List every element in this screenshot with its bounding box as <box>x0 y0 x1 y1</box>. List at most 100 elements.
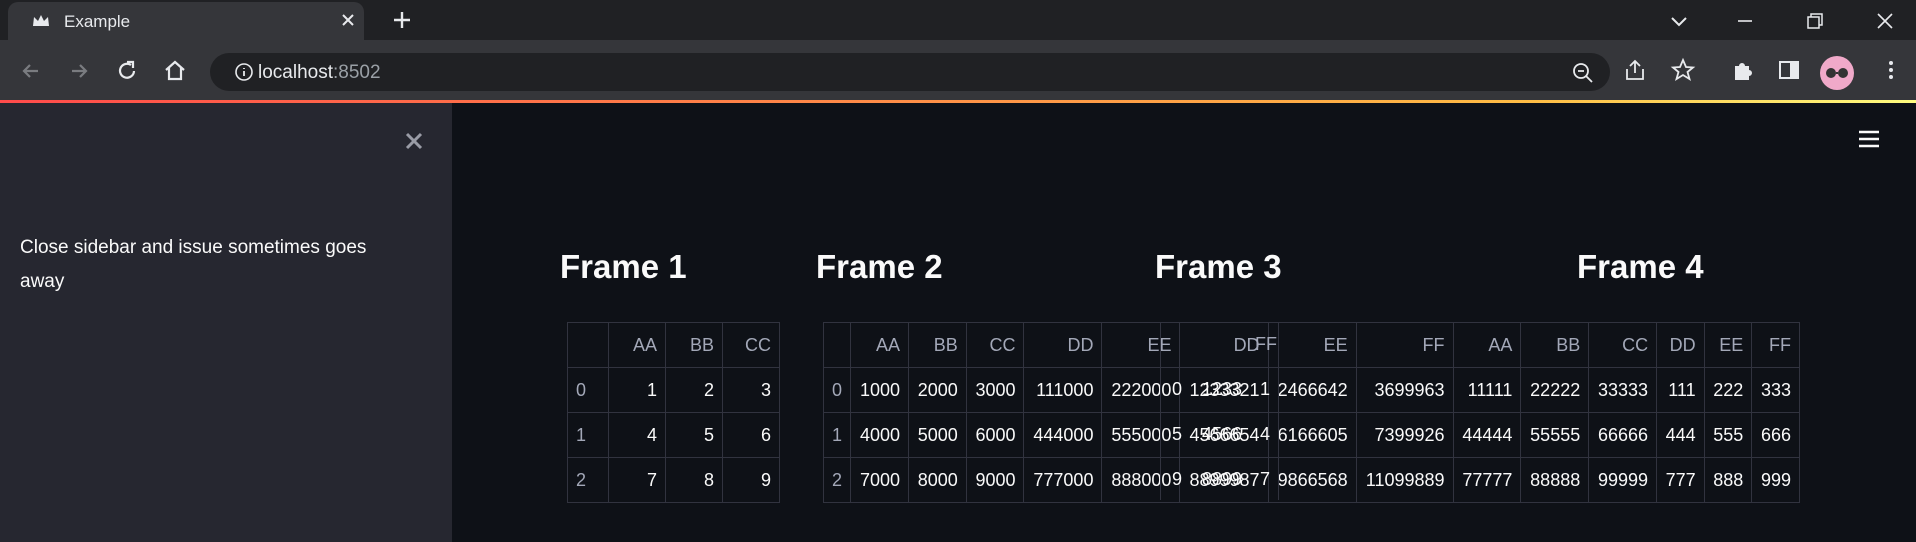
table-cell[interactable]: 555000 <box>1101 412 1181 458</box>
new-tab-icon[interactable] <box>390 8 414 32</box>
table-cell[interactable]: 8000 <box>908 457 967 503</box>
table-cell[interactable]: 888 <box>1703 457 1753 503</box>
table-cell[interactable]: 66666 <box>1588 412 1658 458</box>
table-cell[interactable]: 444000 <box>1023 412 1103 458</box>
browser-tab[interactable]: Example <box>8 2 364 40</box>
column-header[interactable]: CC <box>722 322 780 368</box>
table-cell[interactable]: 777 <box>1656 457 1705 503</box>
table-cell[interactable]: 44444 <box>1452 412 1522 458</box>
table-cell[interactable]: 6166605 <box>1267 412 1357 458</box>
minimize-icon[interactable] <box>1730 6 1760 36</box>
table-cell[interactable]: 3699963 <box>1355 367 1454 413</box>
table-cell[interactable]: 11099889 <box>1355 457 1454 503</box>
table-cell[interactable]: 7 <box>608 457 666 503</box>
close-tab-icon[interactable] <box>338 10 358 30</box>
table-cell[interactable]: 5 <box>665 412 723 458</box>
table-cell[interactable]: 2466642 <box>1267 367 1357 413</box>
column-header[interactable]: EE <box>1267 322 1357 368</box>
column-header[interactable]: BB <box>908 322 967 368</box>
table-cell[interactable]: 6 <box>722 412 780 458</box>
table-cell[interactable]: 111000 <box>1023 367 1103 413</box>
table-cell[interactable]: 555 <box>1703 412 1753 458</box>
site-info-icon[interactable] <box>234 62 254 82</box>
table-cell[interactable]: 333 <box>1751 367 1800 413</box>
dataframe-2[interactable]: AABBCCDDEEDDEEFFAABBCCDDEEFF 01000200030… <box>822 322 1800 503</box>
table-cell[interactable]: 2 <box>665 367 723 413</box>
row-index: 2 <box>567 457 609 503</box>
restore-icon[interactable] <box>1800 6 1830 36</box>
table-cell[interactable]: 777000 <box>1023 457 1103 503</box>
column-header[interactable]: AA <box>1452 322 1522 368</box>
column-header[interactable]: FF <box>1355 322 1454 368</box>
table-cell[interactable]: 444 <box>1656 412 1705 458</box>
column-header[interactable]: EE <box>1101 322 1181 368</box>
table-cell[interactable]: 3000 <box>965 367 1025 413</box>
table-cell[interactable]: 111 <box>1656 367 1705 413</box>
table-cell[interactable]: 9 <box>722 457 780 503</box>
table-cell[interactable]: 77777 <box>1452 457 1522 503</box>
frame-4-title: Frame 4 <box>1577 248 1704 285</box>
table-cell[interactable]: 888000 <box>1101 457 1181 503</box>
column-header[interactable]: AA <box>850 322 910 368</box>
row-index: 2 <box>822 457 852 503</box>
table-cell[interactable]: 1000 <box>850 367 910 413</box>
column-header[interactable]: EE <box>1703 322 1753 368</box>
reload-icon[interactable] <box>112 56 142 86</box>
table-cell[interactable]: 8 <box>665 457 723 503</box>
table-cell[interactable]: 7399926 <box>1355 412 1454 458</box>
close-sidebar-icon[interactable] <box>400 127 428 155</box>
table-cell[interactable]: 99999 <box>1588 457 1658 503</box>
column-header[interactable]: AA <box>608 322 666 368</box>
table-row: 0 1 2 3 <box>567 367 780 413</box>
table-cell[interactable]: 2000 <box>908 367 967 413</box>
close-window-icon[interactable] <box>1870 6 1900 36</box>
address-bar[interactable]: localhost:8502 <box>210 53 1610 91</box>
tab-search-chevron-icon[interactable] <box>1664 6 1694 36</box>
forward-arrow-icon[interactable] <box>64 56 94 86</box>
profile-avatar[interactable] <box>1820 56 1854 90</box>
bookmark-star-icon[interactable] <box>1670 57 1696 83</box>
table-cell[interactable]: 22222 <box>1520 367 1590 413</box>
table-row: 2 7 8 9 <box>567 457 780 503</box>
table-cell[interactable]: 999 <box>1751 457 1800 503</box>
table-cell[interactable]: 3 <box>722 367 780 413</box>
table-cell[interactable]: 4000 <box>850 412 910 458</box>
column-header[interactable]: BB <box>665 322 723 368</box>
table-header-row: AABBCCDDEEDDEEFFAABBCCDDEEFF <box>822 322 1800 368</box>
home-icon[interactable] <box>160 56 190 86</box>
table-cell[interactable]: 6000 <box>965 412 1025 458</box>
back-arrow-icon[interactable] <box>16 56 46 86</box>
table-cell[interactable]: 9000 <box>965 457 1025 503</box>
side-panel-icon[interactable] <box>1776 57 1802 83</box>
table-cell[interactable]: 666 <box>1751 412 1800 458</box>
column-header[interactable]: CC <box>965 322 1025 368</box>
more-options-icon[interactable] <box>1878 57 1904 83</box>
column-header[interactable]: CC <box>1588 322 1658 368</box>
url-port: :8502 <box>333 62 381 83</box>
column-header[interactable]: DD <box>1656 322 1705 368</box>
column-header[interactable]: DD <box>1023 322 1103 368</box>
table-cell[interactable]: 222 <box>1703 367 1753 413</box>
table-cell[interactable]: 1 <box>608 367 666 413</box>
main-menu-icon[interactable] <box>1857 128 1881 150</box>
table-cell[interactable]: 55555 <box>1520 412 1590 458</box>
row-index: 0 <box>822 367 852 413</box>
browser-toolbar: localhost:8502 <box>0 40 1916 102</box>
ghost-cell: 8899 <box>1202 469 1243 489</box>
table-cell[interactable]: 4 <box>608 412 666 458</box>
zoom-icon[interactable] <box>1572 62 1594 84</box>
table-cell[interactable]: 88888 <box>1520 457 1590 503</box>
column-header[interactable]: FF <box>1751 322 1800 368</box>
table-cell[interactable]: 11111 <box>1452 367 1522 413</box>
table-cell[interactable]: 7000 <box>850 457 910 503</box>
table-row: 2 7000 8000 9000 777000 888000 8899987 9866568 1… <box>822 457 1800 503</box>
table-cell[interactable]: 33333 <box>1588 367 1658 413</box>
column-header[interactable]: BB <box>1520 322 1590 368</box>
table-cell[interactable]: 222000 <box>1101 367 1181 413</box>
share-icon[interactable] <box>1622 57 1648 83</box>
dataframe-1[interactable]: AA BB CC 0 1 2 3 1 4 5 6 2 7 8 9 <box>567 322 780 503</box>
table-cell[interactable]: 9866568 <box>1267 457 1357 503</box>
ghost-cell: 4566 <box>1202 424 1243 444</box>
table-cell[interactable]: 5000 <box>908 412 967 458</box>
extensions-puzzle-icon[interactable] <box>1730 57 1756 83</box>
